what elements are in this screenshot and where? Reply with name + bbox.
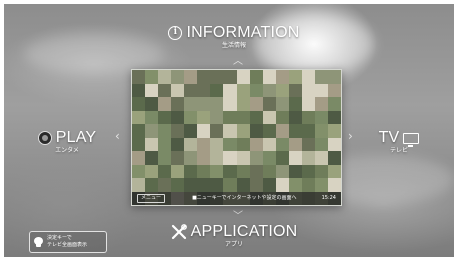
hint-box: 決定キーで テレビ全画面表示 bbox=[29, 231, 107, 253]
nav-play-label: PLAY bbox=[55, 129, 97, 146]
hint-line-1: 決定キーで bbox=[47, 235, 72, 241]
screen-frame: i INFORMATION 生活情報 PLAY エンタメ TV テレビ APPL… bbox=[0, 0, 458, 261]
nav-tv[interactable]: TV テレビ bbox=[364, 129, 434, 155]
nav-tv-sublabel: テレビ bbox=[389, 147, 408, 154]
chevron-up-icon: ︿ bbox=[233, 56, 243, 67]
tv-preview-panel[interactable]: メニュー ■ニューキーでインターネットや設定の画面へ 15:24 bbox=[131, 69, 342, 206]
blurred-tv-image bbox=[132, 70, 341, 205]
info-icon: i bbox=[168, 26, 183, 40]
clock-time: 15:24 bbox=[321, 195, 336, 201]
nav-tv-label: TV bbox=[378, 129, 400, 146]
nav-application-sublabel: アプリ bbox=[224, 241, 243, 248]
preview-info-bar: メニュー ■ニューキーでインターネットや設定の画面へ 15:24 bbox=[132, 192, 341, 205]
preview-message: ■ニューキーでインターネットや設定の画面へ bbox=[192, 195, 297, 201]
nav-information-label: INFORMATION bbox=[186, 24, 300, 41]
cloud-decoration bbox=[24, 34, 164, 74]
home-screen: i INFORMATION 生活情報 PLAY エンタメ TV テレビ APPL… bbox=[4, 4, 454, 257]
tools-icon bbox=[171, 224, 187, 240]
bulb-icon bbox=[34, 236, 43, 248]
chevron-right-icon: › bbox=[348, 129, 353, 143]
chevron-left-icon: ‹ bbox=[115, 129, 120, 143]
nav-application-label: APPLICATION bbox=[190, 223, 298, 240]
nav-information-sublabel: 生活情報 bbox=[221, 42, 246, 49]
play-icon bbox=[37, 131, 52, 145]
hint-line-2: テレビ全画面表示 bbox=[47, 242, 88, 248]
nav-play[interactable]: PLAY エンタメ bbox=[32, 129, 102, 155]
nav-play-sublabel: エンタメ bbox=[55, 147, 79, 154]
tv-icon bbox=[403, 132, 420, 147]
nav-information[interactable]: i INFORMATION 生活情報 bbox=[159, 24, 309, 50]
nav-application[interactable]: APPLICATION アプリ bbox=[154, 223, 314, 249]
chevron-down-icon: ﹀ bbox=[233, 211, 243, 222]
menu-chip: メニュー bbox=[137, 194, 166, 203]
